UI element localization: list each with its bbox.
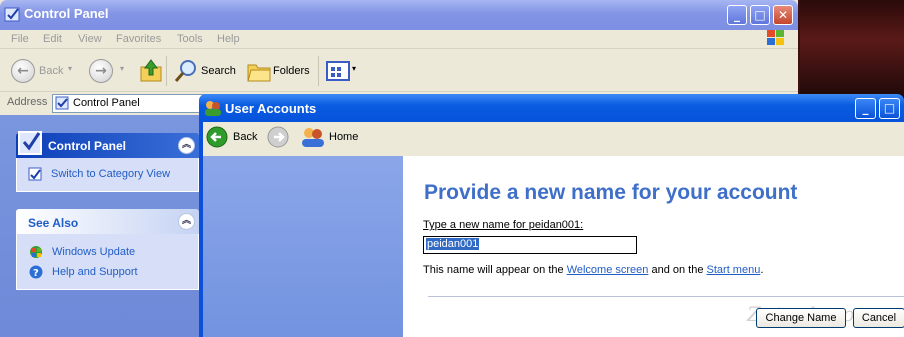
see-also-panel-header[interactable]: See Also ︽ <box>16 209 199 234</box>
address-field[interactable]: Control Panel <box>52 94 212 113</box>
title-bar[interactable]: Control Panel _ □ ✕ <box>0 0 798 30</box>
help-icon: ? <box>29 265 43 279</box>
back-arrow-icon[interactable]: ← <box>11 59 35 83</box>
new-name-label: Type a new name for peidan001: <box>423 219 583 231</box>
new-name-value: peidan001 <box>426 238 480 250</box>
maximize-button[interactable]: □ <box>750 5 770 25</box>
up-folder-icon[interactable] <box>139 58 163 84</box>
minimize-button[interactable]: _ <box>727 5 747 25</box>
control-panel-panel-header[interactable]: Control Panel ︽ <box>16 131 199 158</box>
search-icon[interactable] <box>174 59 198 83</box>
user-accounts-title: User Accounts <box>225 101 317 116</box>
user-accounts-icon <box>205 101 221 116</box>
forward-arrow-icon[interactable]: → <box>89 59 113 83</box>
folders-button-label[interactable]: Folders <box>273 65 310 77</box>
chevron-down-icon[interactable]: ▾ <box>68 64 72 73</box>
menu-view[interactable]: View <box>78 33 102 45</box>
chevron-down-icon[interactable]: ▾ <box>120 64 124 73</box>
note-prefix: This name will appear on the <box>423 264 567 276</box>
forward-arrow-icon[interactable] <box>267 126 289 148</box>
task-pane: Control Panel ︽ Switch to Category View … <box>0 115 200 337</box>
name-note: This name will appear on the Welcome scr… <box>423 264 763 276</box>
address-label: Address <box>7 96 48 108</box>
change-name-button[interactable]: Change Name <box>756 308 846 328</box>
see-also-title: See Also <box>28 216 79 230</box>
windows-update-icon <box>30 246 42 258</box>
menu-favorites[interactable]: Favorites <box>116 33 161 45</box>
collapse-chevron-icon[interactable]: ︽ <box>178 137 195 154</box>
page-title: Provide a new name for your account <box>424 181 798 204</box>
cancel-button[interactable]: Cancel <box>853 308 904 328</box>
control-panel-panel-body: Switch to Category View <box>16 158 199 192</box>
toolbar: ← Back ▾ → ▾ Search Folders ▾ <box>0 50 798 92</box>
control-panel-icon <box>18 131 42 155</box>
folders-icon[interactable] <box>246 59 272 83</box>
chevron-down-icon[interactable]: ▾ <box>352 64 356 73</box>
back-arrow-icon[interactable] <box>206 126 228 148</box>
home-users-icon[interactable] <box>301 126 325 148</box>
new-name-label-text: Type a new name for peidan001: <box>423 219 584 231</box>
views-icon[interactable] <box>326 61 350 81</box>
start-menu-link[interactable]: Start menu <box>707 264 761 276</box>
see-also-panel-body: Windows Update ? Help and Support <box>16 234 199 290</box>
user-accounts-sidebar <box>203 156 403 337</box>
svg-text:?: ? <box>33 268 39 279</box>
search-button-label[interactable]: Search <box>201 65 236 77</box>
switch-view-icon <box>28 167 42 181</box>
new-name-input[interactable]: peidan001 <box>423 236 637 254</box>
user-accounts-window: User Accounts _ □ Back Home Provide a ne… <box>199 94 904 337</box>
windows-logo-icon <box>767 30 784 45</box>
menu-file[interactable]: File <box>11 33 29 45</box>
user-accounts-nav: Back Home <box>203 122 904 156</box>
menu-bar: File Edit View Favorites Tools Help <box>0 30 798 49</box>
switch-to-category-view-link[interactable]: Switch to Category View <box>51 168 170 180</box>
panel-title: Control Panel <box>48 139 127 153</box>
note-middle: and on the <box>648 264 707 276</box>
menu-edit[interactable]: Edit <box>43 33 62 45</box>
user-accounts-body: Provide a new name for your account Type… <box>203 156 904 337</box>
control-panel-icon <box>4 7 20 22</box>
divider <box>428 296 904 297</box>
welcome-screen-link[interactable]: Welcome screen <box>567 264 649 276</box>
collapse-chevron-icon[interactable]: ︽ <box>178 213 195 230</box>
help-and-support-link[interactable]: Help and Support <box>52 266 138 278</box>
close-button[interactable]: ✕ <box>773 5 793 25</box>
desktop-background <box>800 0 904 100</box>
home-button-label[interactable]: Home <box>329 131 358 143</box>
windows-update-link[interactable]: Windows Update <box>52 246 135 258</box>
user-accounts-title-bar[interactable]: User Accounts _ □ <box>199 94 904 122</box>
maximize-button[interactable]: □ <box>879 98 900 119</box>
minimize-button[interactable]: _ <box>855 98 876 119</box>
menu-help[interactable]: Help <box>217 33 240 45</box>
note-suffix: . <box>760 264 764 276</box>
window-title: Control Panel <box>24 6 109 21</box>
menu-tools[interactable]: Tools <box>177 33 203 45</box>
back-button-label[interactable]: Back <box>233 131 257 143</box>
address-value: Control Panel <box>73 97 140 109</box>
back-button-label[interactable]: Back <box>39 65 63 77</box>
control-panel-icon <box>55 96 69 110</box>
